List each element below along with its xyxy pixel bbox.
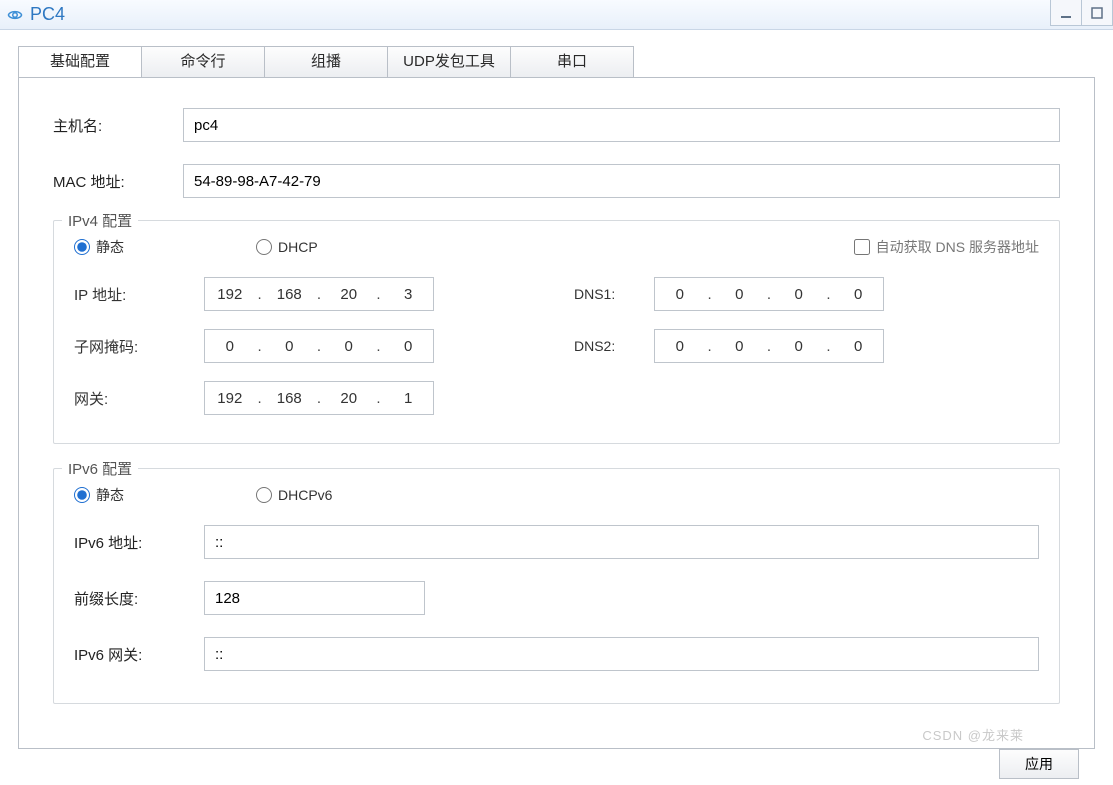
ipv6-fieldset: IPv6 配置 静态 DHCPv6 IPv6 地址: 前缀长度: IPv6 网关… xyxy=(53,468,1060,704)
dns2-label: DNS2: xyxy=(574,338,654,354)
mask-input[interactable]: 0. 0. 0. 0 xyxy=(204,329,434,363)
dns1-input[interactable]: 0. 0. 0. 0 xyxy=(654,277,884,311)
gateway-input[interactable]: 192. 168. 20. 1 xyxy=(204,381,434,415)
mac-label: MAC 地址: xyxy=(53,171,183,192)
watermark-text: CSDN @龙来莱 xyxy=(922,725,1024,744)
mac-input[interactable] xyxy=(183,164,1060,198)
ipv4-dhcp-radio[interactable]: DHCP xyxy=(256,239,318,255)
window-title: PC4 xyxy=(30,4,65,25)
ipv6-prefix-label: 前缀长度: xyxy=(74,588,204,609)
dns2-input[interactable]: 0. 0. 0. 0 xyxy=(654,329,884,363)
tab-serial[interactable]: 串口 xyxy=(510,46,634,78)
app-logo-icon xyxy=(6,6,24,24)
tab-cli[interactable]: 命令行 xyxy=(141,46,265,78)
maximize-button[interactable] xyxy=(1081,0,1113,26)
ip-label: IP 地址: xyxy=(74,284,204,305)
ipv6-gw-label: IPv6 网关: xyxy=(74,644,204,665)
tab-udp-tool[interactable]: UDP发包工具 xyxy=(387,46,511,78)
minimize-icon xyxy=(1060,7,1072,19)
window-controls xyxy=(1051,0,1113,26)
hostname-label: 主机名: xyxy=(53,115,183,136)
tab-basic-config[interactable]: 基础配置 xyxy=(18,46,142,78)
ipv6-dhcp-radio[interactable]: DHCPv6 xyxy=(256,487,332,503)
ip-input[interactable]: 192. 168. 20. 3 xyxy=(204,277,434,311)
maximize-icon xyxy=(1091,7,1103,19)
hostname-input[interactable] xyxy=(183,108,1060,142)
ipv6-addr-input[interactable] xyxy=(204,525,1039,559)
ipv4-auto-dns-checkbox[interactable]: 自动获取 DNS 服务器地址 xyxy=(674,237,1039,257)
ipv6-prefix-input[interactable] xyxy=(204,581,425,615)
gateway-label: 网关: xyxy=(74,388,204,409)
ipv4-legend: IPv4 配置 xyxy=(62,210,138,231)
tab-multicast[interactable]: 组播 xyxy=(264,46,388,78)
title-bar: PC4 xyxy=(0,0,1113,30)
ipv6-gw-input[interactable] xyxy=(204,637,1039,671)
apply-button[interactable]: 应用 xyxy=(999,749,1079,779)
minimize-button[interactable] xyxy=(1050,0,1082,26)
ipv6-legend: IPv6 配置 xyxy=(62,458,138,479)
tab-panel-basic: 主机名: MAC 地址: IPv4 配置 静态 DHCP 自动获取 DNS 服务… xyxy=(18,77,1095,749)
ipv6-static-radio[interactable]: 静态 xyxy=(74,485,124,505)
dns1-label: DNS1: xyxy=(574,286,654,302)
ipv4-fieldset: IPv4 配置 静态 DHCP 自动获取 DNS 服务器地址 IP 地址: 19… xyxy=(53,220,1060,444)
tab-bar: 基础配置 命令行 组播 UDP发包工具 串口 xyxy=(18,46,1095,78)
ipv6-addr-label: IPv6 地址: xyxy=(74,532,204,553)
ipv4-static-radio[interactable]: 静态 xyxy=(74,237,124,257)
mask-label: 子网掩码: xyxy=(74,336,204,357)
